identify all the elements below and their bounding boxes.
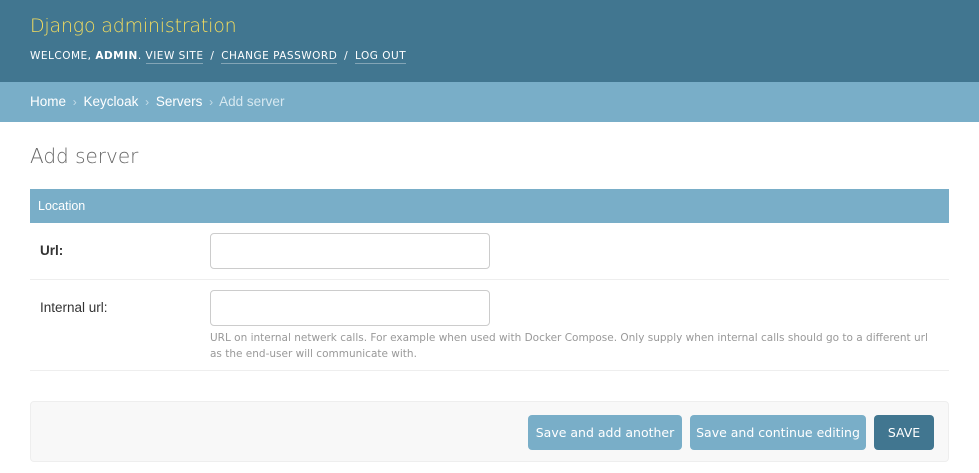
log-out-link[interactable]: LOG OUT — [355, 50, 407, 64]
page-title: Add server — [30, 144, 139, 168]
breadcrumb-separator: › — [209, 95, 214, 109]
form-row-url: Url: — [30, 223, 949, 280]
separator: / — [344, 50, 349, 62]
breadcrumb-servers[interactable]: Servers — [156, 94, 203, 109]
internal-url-input[interactable] — [210, 290, 490, 326]
user-tools: WELCOME, ADMIN. VIEW SITE / CHANGE PASSW… — [30, 50, 407, 64]
separator: / — [210, 50, 215, 62]
save-button[interactable]: SAVE — [874, 415, 934, 450]
fieldset-title: Location — [30, 189, 949, 223]
url-label: Url: — [40, 243, 64, 258]
welcome-suffix: . — [137, 50, 142, 62]
url-input[interactable] — [210, 233, 490, 269]
form-row-internal-url: Internal url: URL on internal netwerk ca… — [30, 280, 949, 371]
site-name[interactable]: Django administration — [30, 15, 237, 37]
view-site-link[interactable]: VIEW SITE — [145, 50, 204, 64]
save-and-add-another-button[interactable]: Save and add another — [528, 415, 682, 450]
breadcrumb: Home › Keycloak › Servers › Add server — [0, 82, 979, 122]
change-password-link[interactable]: CHANGE PASSWORD — [221, 50, 338, 64]
breadcrumb-separator: › — [145, 95, 150, 109]
internal-url-label: Internal url: — [40, 300, 108, 315]
breadcrumb-home[interactable]: Home — [30, 94, 66, 109]
welcome-text: WELCOME, — [30, 50, 92, 62]
save-and-continue-button[interactable]: Save and continue editing — [690, 415, 866, 450]
breadcrumb-current: Add server — [219, 94, 285, 109]
header: Django administration WELCOME, ADMIN. VI… — [0, 0, 979, 82]
breadcrumb-keycloak[interactable]: Keycloak — [84, 94, 139, 109]
internal-url-help-text: URL on internal netwerk calls. For examp… — [210, 332, 928, 360]
username: ADMIN — [95, 50, 138, 62]
location-fieldset: Location Url: Internal url: URL on inter… — [30, 189, 949, 371]
breadcrumb-separator: › — [72, 95, 77, 109]
submit-row: Save and add another Save and continue e… — [30, 401, 949, 462]
